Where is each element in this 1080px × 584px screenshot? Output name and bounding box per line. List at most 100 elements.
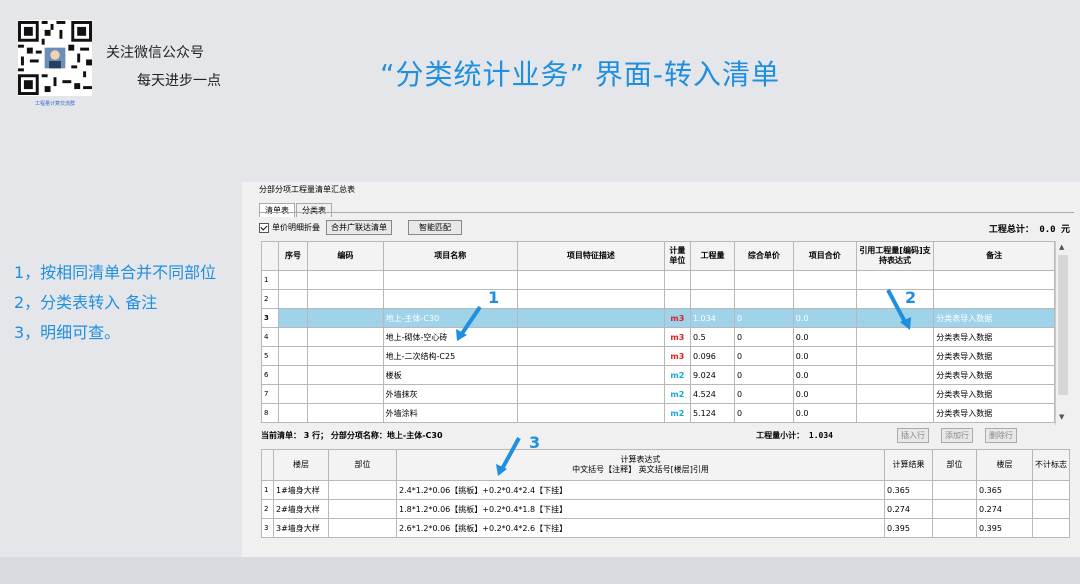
cell-price[interactable]: 0 (734, 403, 794, 423)
cell-qty[interactable] (689, 270, 736, 290)
fold-checkbox[interactable] (259, 222, 269, 233)
cell-name[interactable]: 外墙涂料 (382, 403, 518, 423)
cell-desc[interactable] (516, 270, 665, 290)
cell-floor[interactable]: 1#墙身大样 (273, 480, 329, 500)
cell-code[interactable] (307, 327, 384, 347)
cell-name[interactable] (382, 270, 518, 290)
col-header-part[interactable]: 部位 (328, 449, 397, 481)
cell-result[interactable]: 0.365 (884, 480, 933, 500)
cell-floor2[interactable]: 0.274 (976, 499, 1033, 519)
cell-ref[interactable] (855, 327, 935, 347)
table-row-selected[interactable]: 3 地上-主体-C30 m3 1.034 0 0.0 分类表导入数据 (261, 308, 1055, 328)
cell-seq[interactable] (277, 308, 309, 328)
cell-name[interactable]: 外墙抹灰 (382, 384, 518, 404)
cell-desc[interactable] (516, 346, 665, 366)
cell-ref[interactable] (855, 346, 935, 366)
cell-code[interactable] (307, 289, 384, 309)
col-header-floor2[interactable]: 楼层 (976, 449, 1033, 481)
cell-seq[interactable] (277, 403, 309, 423)
cell-seq[interactable] (277, 327, 309, 347)
cell-desc[interactable] (516, 289, 665, 309)
cell-total[interactable]: 0.0 (792, 403, 857, 423)
cell-qty[interactable]: 0.096 (689, 346, 736, 366)
cell-remark[interactable]: 分类表导入数据 (933, 403, 1055, 423)
table-row[interactable]: 1 (261, 270, 1055, 290)
smart-match-button[interactable]: 智能匹配 (408, 220, 462, 235)
col-header[interactable]: 引用工程量[编码]支持表达式 (855, 241, 935, 271)
table-row[interactable]: 7 外墙抹灰 m2 4.524 0 0.0 分类表导入数据 (261, 384, 1055, 404)
cell-seq[interactable] (277, 365, 309, 385)
cell-name[interactable]: 地上-砌体-空心砖 (382, 327, 518, 347)
cell-qty[interactable]: 4.524 (689, 384, 736, 404)
cell-exclude[interactable] (1032, 499, 1070, 519)
cell-remark[interactable]: 分类表导入数据 (933, 308, 1055, 328)
cell-part2[interactable] (932, 499, 977, 519)
col-header[interactable]: 项目特征描述 (516, 241, 665, 271)
cell-seq[interactable] (277, 384, 309, 404)
merge-button[interactable]: 合并广联达清单 (326, 220, 392, 235)
cell-ref[interactable] (855, 384, 935, 404)
cell-code[interactable] (307, 403, 384, 423)
table-row[interactable]: 8 外墙涂料 m2 5.124 0 0.0 分类表导入数据 (261, 403, 1055, 423)
cell-exclude[interactable] (1032, 518, 1070, 538)
cell-remark[interactable]: 分类表导入数据 (933, 384, 1055, 404)
cell-qty[interactable]: 0.5 (689, 327, 736, 347)
cell-price[interactable]: 0 (734, 308, 794, 328)
cell-desc[interactable] (516, 327, 665, 347)
cell-qty[interactable]: 1.034 (689, 308, 736, 328)
cell-seq[interactable] (277, 346, 309, 366)
cell-code[interactable] (307, 384, 384, 404)
cell-name[interactable]: 地上-二次结构-C25 (382, 346, 518, 366)
cell-name[interactable]: 地上-主体-C30 (382, 308, 518, 328)
cell-expression[interactable]: 2.6*1.2*0.06【挑板】+0.2*0.4*2.6【下挂】 (396, 518, 885, 538)
cell-part2[interactable] (932, 480, 977, 500)
cell-price[interactable]: 0 (734, 365, 794, 385)
col-header[interactable]: 工程量 (689, 241, 736, 271)
cell-ref[interactable] (855, 403, 935, 423)
cell-unit[interactable]: m2 (663, 384, 691, 404)
cell-unit[interactable]: m3 (663, 308, 691, 328)
cell-qty[interactable]: 9.024 (689, 365, 736, 385)
scroll-down-icon[interactable]: ▼ (1059, 413, 1064, 421)
cell-name[interactable]: 楼板 (382, 365, 518, 385)
col-header[interactable]: 项目合价 (792, 241, 857, 271)
cell-price[interactable]: 0 (734, 384, 794, 404)
add-row-button[interactable]: 添加行 (941, 428, 973, 443)
cell-total[interactable]: 0.0 (792, 384, 857, 404)
table-row[interactable]: 2 (261, 289, 1055, 309)
table-row[interactable]: 6 楼板 m2 9.024 0 0.0 分类表导入数据 (261, 365, 1055, 385)
col-header-exclude[interactable]: 不计标志 (1032, 449, 1070, 481)
cell-desc[interactable] (516, 365, 665, 385)
col-header[interactable]: 编码 (307, 241, 384, 271)
cell-floor[interactable]: 3#墙身大样 (273, 518, 329, 538)
cell-total[interactable] (792, 270, 857, 290)
cell-desc[interactable] (516, 403, 665, 423)
col-header-floor[interactable]: 楼层 (273, 449, 329, 481)
detail-row[interactable]: 2 2#墙身大样 1.8*1.2*0.06【挑板】+0.2*0.4*1.8【下挂… (261, 499, 1070, 519)
cell-floor2[interactable]: 0.365 (976, 480, 1033, 500)
table-row[interactable]: 4 地上-砌体-空心砖 m3 0.5 0 0.0 分类表导入数据 (261, 327, 1055, 347)
cell-code[interactable] (307, 308, 384, 328)
cell-price[interactable]: 0 (734, 327, 794, 347)
cell-total[interactable]: 0.0 (792, 346, 857, 366)
cell-expression[interactable]: 2.4*1.2*0.06【挑板】+0.2*0.4*2.4【下挂】 (396, 480, 885, 500)
col-header[interactable]: 备注 (933, 241, 1055, 271)
cell-desc[interactable] (516, 308, 665, 328)
cell-price[interactable] (734, 289, 794, 309)
cell-unit[interactable]: m2 (663, 403, 691, 423)
cell-exclude[interactable] (1032, 480, 1070, 500)
cell-desc[interactable] (516, 384, 665, 404)
cell-seq[interactable] (277, 289, 309, 309)
cell-unit[interactable]: m3 (663, 346, 691, 366)
cell-unit[interactable] (663, 289, 691, 309)
delete-row-button[interactable]: 删除行 (985, 428, 1017, 443)
cell-price[interactable]: 0 (734, 346, 794, 366)
cell-remark[interactable]: 分类表导入数据 (933, 346, 1055, 366)
scroll-thumb[interactable] (1058, 255, 1068, 395)
cell-result[interactable]: 0.395 (884, 518, 933, 538)
cell-floor[interactable]: 2#墙身大样 (273, 499, 329, 519)
cell-remark[interactable] (933, 270, 1055, 290)
cell-price[interactable] (734, 270, 794, 290)
detail-row[interactable]: 1 1#墙身大样 2.4*1.2*0.06【挑板】+0.2*0.4*2.4【下挂… (261, 480, 1070, 500)
col-header-part2[interactable]: 部位 (932, 449, 977, 481)
